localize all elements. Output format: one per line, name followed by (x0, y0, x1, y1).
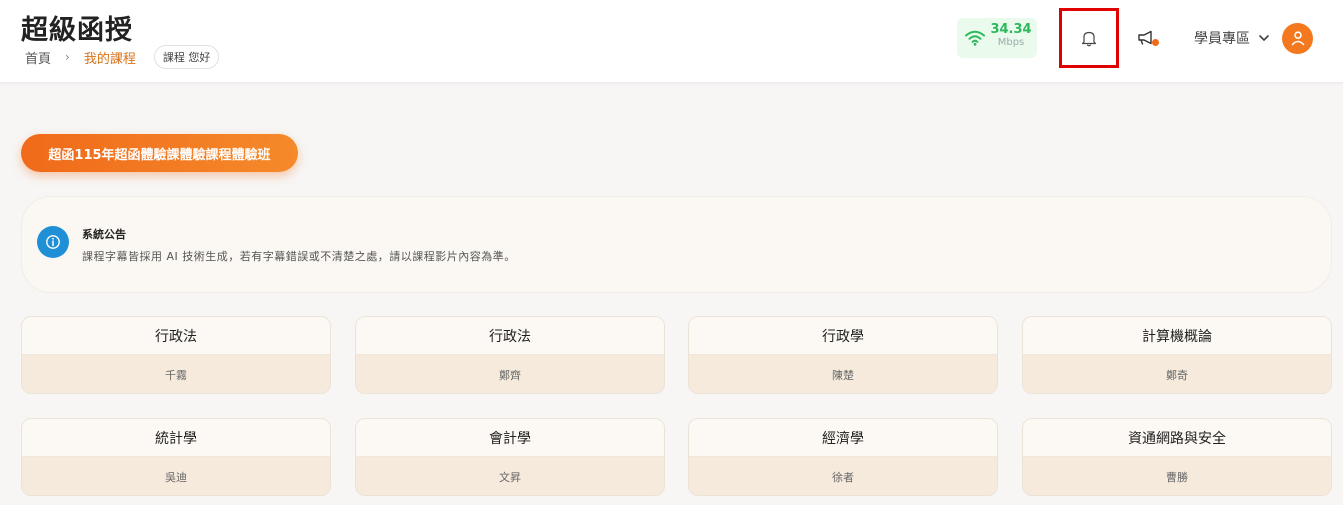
course-teacher: 徐者 (832, 471, 854, 484)
class-selector-button[interactable]: 超函115年超函體驗課體驗課程體驗班 (21, 134, 298, 172)
user-menu-label: 學員專區 (1194, 31, 1250, 47)
course-card[interactable]: 行政法 鄭齊 (355, 316, 665, 394)
course-teacher: 吳迪 (165, 471, 187, 484)
course-card[interactable]: 行政法 千霧 (21, 316, 331, 394)
course-teacher: 曹勝 (1166, 471, 1188, 484)
course-subject: 計算機概論 (1023, 317, 1331, 355)
course-teacher: 鄭齊 (499, 369, 521, 382)
course-teacher: 千霧 (165, 369, 187, 382)
breadcrumb-current[interactable]: 我的課程 (84, 48, 136, 67)
wifi-icon (965, 30, 985, 46)
course-subject: 會計學 (356, 419, 664, 457)
course-subject: 統計學 (22, 419, 330, 457)
user-icon (1291, 31, 1304, 46)
top-header: 超級函授 首頁 › 我的課程 課程 您好 34.34 Mbps 學員專區 (0, 0, 1343, 83)
course-card[interactable]: 會計學 文昇 (355, 418, 665, 496)
course-subject: 經濟學 (689, 419, 997, 457)
course-subject: 資通網路與安全 (1023, 419, 1331, 457)
network-speed-unit: Mbps (997, 37, 1025, 48)
course-card[interactable]: 統計學 吳迪 (21, 418, 331, 496)
course-card[interactable]: 資通網路與安全 曹勝 (1022, 418, 1332, 496)
announcement-title: 系統公告 (82, 228, 126, 241)
announcement-text: 課程字幕皆採用 AI 技術生成，若有字幕錯誤或不清楚之處，請以課程影片內容為準。 (82, 250, 516, 263)
unread-dot (1152, 39, 1159, 46)
avatar[interactable] (1282, 22, 1313, 54)
network-speed-value: 34.34 (990, 22, 1032, 37)
course-teacher: 陳楚 (832, 369, 854, 382)
course-card[interactable]: 經濟學 徐者 (688, 418, 998, 496)
course-subject: 行政法 (356, 317, 664, 355)
course-teacher: 鄭奇 (1166, 369, 1188, 382)
course-subject: 行政學 (689, 317, 997, 355)
course-subject: 行政法 (22, 317, 330, 355)
user-menu-toggle[interactable]: 學員專區 (1194, 22, 1313, 54)
notifications-button[interactable] (1059, 8, 1119, 68)
site-brand[interactable]: 超級函授 (21, 8, 133, 47)
info-icon (37, 226, 69, 258)
network-speed-badge: 34.34 Mbps (957, 18, 1037, 58)
course-teacher: 文昇 (499, 471, 521, 484)
course-card[interactable]: 計算機概論 鄭奇 (1022, 316, 1332, 394)
greeting-pill: 課程 您好 (153, 45, 220, 69)
breadcrumb-separator: › (65, 50, 70, 64)
breadcrumb-home-link[interactable]: 首頁 (25, 48, 51, 67)
chevron-down-icon (1259, 35, 1269, 41)
announcements-button[interactable] (1133, 26, 1161, 50)
bell-icon (1081, 31, 1097, 46)
breadcrumb: 首頁 › 我的課程 課程 您好 (25, 45, 220, 69)
course-card[interactable]: 行政學 陳楚 (688, 316, 998, 394)
system-announcement: 系統公告 課程字幕皆採用 AI 技術生成，若有字幕錯誤或不清楚之處，請以課程影片… (21, 196, 1332, 293)
